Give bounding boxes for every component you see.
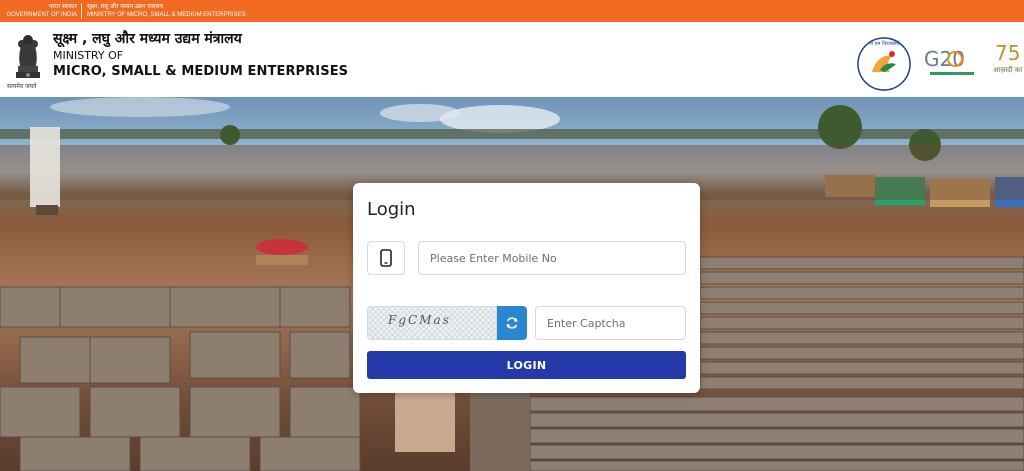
captcha-text: FgCMas xyxy=(388,313,451,327)
login-button[interactable]: LOGIN xyxy=(367,351,686,379)
government-strip: भारत सरकार GOVERNMENT OF INDIA सूक्ष्म, … xyxy=(0,0,1024,22)
ministry-hindi: सूक्ष्म , लघु और मध्यम उद्यम मंत्रालय xyxy=(53,31,242,47)
g20-text: G20 xyxy=(924,47,965,71)
login-title: Login xyxy=(367,199,416,220)
ministry-english-small: MINISTRY OF MICRO, SMALL & MEDIUM ENTERP… xyxy=(87,12,246,18)
mobile-number-input[interactable] xyxy=(418,241,686,275)
svg-text:75: 75 xyxy=(995,41,1020,65)
mobile-icon-box xyxy=(367,241,405,275)
refresh-icon xyxy=(506,317,518,329)
gov-hindi: भारत सरकार xyxy=(48,4,77,10)
mobile-phone-icon xyxy=(380,249,392,267)
captcha-input[interactable] xyxy=(535,306,686,340)
site-header: सत्यमेव जयते सूक्ष्म , लघु और मध्यम उद्य… xyxy=(0,22,1024,97)
captcha-image: FgCMas xyxy=(367,306,497,340)
national-emblem-icon xyxy=(16,35,40,78)
pm-logo-text: पी एम विश्वकर्मा xyxy=(869,40,900,47)
login-card: Login FgCMas LOGIN xyxy=(353,183,700,393)
ministry-of-label: MINISTRY OF xyxy=(53,49,124,62)
ministry-label: सूक्ष्म, लघु और मध्यम उद्यम मंत्रालय MIN… xyxy=(82,3,246,19)
pm-vishwakarma-logo: पी एम विश्वकर्मा xyxy=(857,37,911,91)
ministry-hindi-small: सूक्ष्म, लघु और मध्यम उद्यम मंत्रालय xyxy=(87,4,164,10)
ministry-english: MICRO, SMALL & MEDIUM ENTERPRISES xyxy=(53,64,349,79)
azadi-logo: 75 आज़ादी का अमृत म xyxy=(993,41,1024,74)
refresh-captcha-button[interactable] xyxy=(497,306,527,340)
gov-label: भारत सरकार GOVERNMENT OF INDIA xyxy=(0,3,82,19)
ministry-title: सूक्ष्म , लघु और मध्यम उद्यम मंत्रालय MI… xyxy=(53,30,348,80)
g20-logo: G20 xyxy=(924,47,974,75)
emblem-caption: सत्यमेव जयते xyxy=(7,83,37,90)
gov-english: GOVERNMENT OF INDIA xyxy=(6,12,77,18)
azadi-text: आज़ादी का अमृत म xyxy=(993,65,1024,74)
